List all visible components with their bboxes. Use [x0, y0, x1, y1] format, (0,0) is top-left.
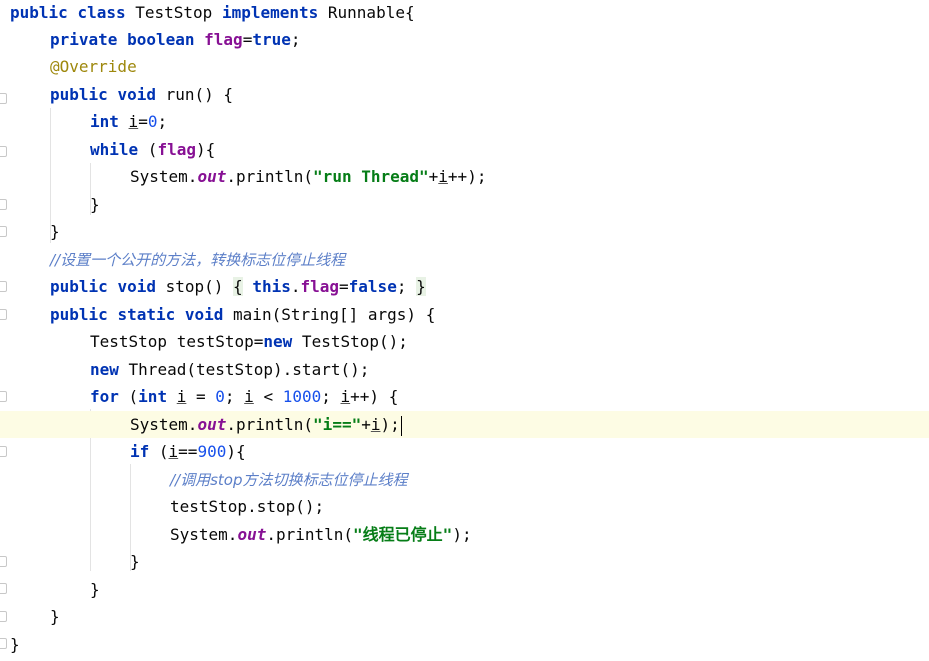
code-line[interactable]: private boolean flag=true; [0, 26, 929, 53]
code-line[interactable]: if (i==900){ [0, 438, 929, 465]
code-line-current[interactable]: System.out.println("i=="+i); [0, 411, 929, 438]
code-line[interactable]: TestStop testStop=new TestStop(); [0, 328, 929, 355]
code-comment: //设置一个公开的方法，转换标志位停止线程 [50, 251, 346, 269]
code-line[interactable]: public void run() { [0, 81, 929, 108]
code-line[interactable]: } [0, 218, 929, 245]
code-line[interactable]: //调用stop方法切换标志位停止线程 [0, 466, 929, 493]
code-line[interactable]: } [0, 603, 929, 630]
code-editor[interactable]: public class TestStop implements Runnabl… [0, 0, 929, 661]
code-line[interactable]: } [0, 191, 929, 218]
code-line[interactable]: while (flag){ [0, 136, 929, 163]
code-line[interactable]: //设置一个公开的方法，转换标志位停止线程 [0, 246, 929, 273]
code-line[interactable]: } [0, 631, 929, 658]
code-comment: //调用stop方法切换标志位停止线程 [170, 471, 408, 489]
code-line[interactable]: @Override [0, 53, 929, 80]
code-line[interactable]: public void stop() { this.flag=false; } [0, 273, 929, 300]
code-line[interactable]: new Thread(testStop).start(); [0, 356, 929, 383]
code-line[interactable]: System.out.println("run Thread"+i++); [0, 163, 929, 190]
code-line[interactable]: public static void main(String[] args) { [0, 301, 929, 328]
code-line[interactable]: for (int i = 0; i < 1000; i++) { [0, 383, 929, 410]
code-line[interactable]: int i=0; [0, 108, 929, 135]
code-line[interactable]: System.out.println("线程已停止"); [0, 521, 929, 548]
code-line[interactable]: public class TestStop implements Runnabl… [0, 0, 929, 26]
code-line[interactable]: } [0, 576, 929, 603]
code-line[interactable]: } [0, 548, 929, 575]
text-caret [400, 415, 403, 436]
code-line[interactable]: testStop.stop(); [0, 493, 929, 520]
